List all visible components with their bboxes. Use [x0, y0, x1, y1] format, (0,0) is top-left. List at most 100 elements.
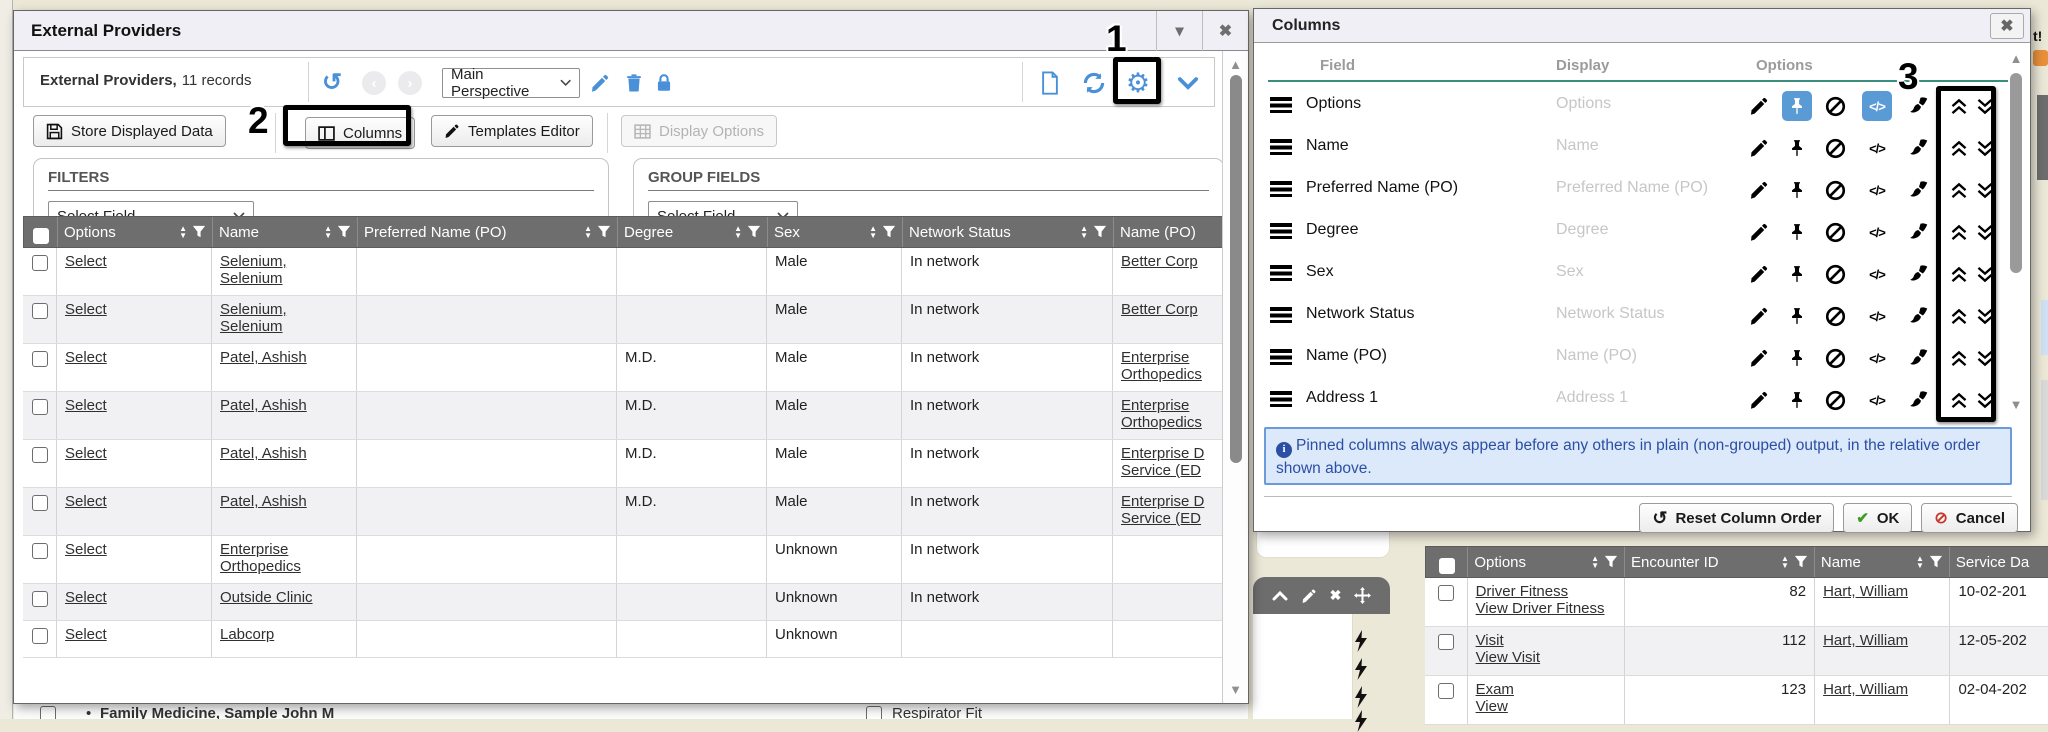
- edit-column-button[interactable]: [1744, 217, 1774, 247]
- drag-handle-icon[interactable]: [1270, 391, 1292, 407]
- drag-handle-icon[interactable]: [1270, 307, 1292, 323]
- sort-icon[interactable]: ▲▼: [869, 225, 877, 239]
- reset-column-order-button[interactable]: ↺ Reset Column Order: [1639, 503, 1834, 533]
- organization-link[interactable]: Enterprise D Service (ED: [1121, 445, 1204, 479]
- window-close-button[interactable]: ✖: [1202, 11, 1248, 51]
- filter-icon[interactable]: [1929, 555, 1943, 569]
- header-name-po[interactable]: Name (PO): [1114, 217, 1214, 247]
- chevron-up-icon[interactable]: [1272, 590, 1288, 602]
- edit-column-button[interactable]: [1744, 91, 1774, 121]
- select-link[interactable]: Select: [65, 445, 107, 462]
- drag-handle-icon[interactable]: [1270, 139, 1292, 155]
- checkbox[interactable]: [32, 591, 48, 607]
- checkbox[interactable]: [1438, 683, 1454, 699]
- provider-link[interactable]: Patel, Ashish: [220, 397, 307, 414]
- cancel-button[interactable]: ⊘ Cancel: [1921, 503, 2018, 533]
- sort-icon[interactable]: ▲▼: [1781, 555, 1789, 569]
- pin-column-button[interactable]: [1782, 217, 1812, 247]
- select-link[interactable]: Select: [65, 493, 107, 510]
- code-column-button[interactable]: </>: [1862, 91, 1892, 121]
- checkbox[interactable]: [32, 255, 48, 271]
- move-bottom-button[interactable]: [1970, 91, 2000, 121]
- checkbox[interactable]: [32, 543, 48, 559]
- patient-link[interactable]: Hart, William: [1823, 681, 1908, 698]
- code-column-button[interactable]: </>: [1862, 259, 1892, 289]
- select-link[interactable]: Select: [65, 253, 107, 270]
- sort-icon[interactable]: ▲▼: [584, 225, 592, 239]
- columns-dialog-titlebar[interactable]: Columns ✖: [1254, 9, 2030, 43]
- filter-icon[interactable]: [1093, 225, 1107, 239]
- select-link[interactable]: Select: [65, 626, 107, 643]
- encounter-option-links[interactable]: Driver Fitness View Driver Fitness: [1476, 583, 1605, 617]
- checkbox[interactable]: [40, 706, 56, 719]
- organization-link[interactable]: Enterprise Orthopedics: [1121, 349, 1202, 383]
- hide-column-button[interactable]: [1820, 385, 1850, 415]
- sort-icon[interactable]: ▲▼: [1080, 225, 1088, 239]
- provider-link[interactable]: Patel, Ashish: [220, 445, 307, 462]
- organization-link[interactable]: Better Corp: [1121, 253, 1198, 270]
- move-bottom-button[interactable]: [1970, 343, 2000, 373]
- checkbox[interactable]: [32, 303, 48, 319]
- back-button[interactable]: ‹: [362, 71, 386, 95]
- sort-icon[interactable]: ▲▼: [1916, 555, 1924, 569]
- header-network-status[interactable]: Network Status▲▼: [903, 217, 1114, 247]
- edit-column-button[interactable]: [1744, 385, 1774, 415]
- checkbox[interactable]: [1438, 634, 1454, 650]
- header-sex[interactable]: Sex▲▼: [768, 217, 903, 247]
- encounters-select-all[interactable]: [1426, 547, 1468, 577]
- encounters-header-name[interactable]: Name▲▼: [1815, 547, 1950, 577]
- filter-icon[interactable]: [192, 225, 206, 239]
- pin-column-button[interactable]: [1782, 175, 1812, 205]
- pin-column-button[interactable]: [1782, 259, 1812, 289]
- encounter-option-links[interactable]: Exam View: [1476, 681, 1514, 715]
- sort-icon[interactable]: ▲▼: [1591, 555, 1599, 569]
- style-column-button[interactable]: [1904, 259, 1934, 289]
- move-bottom-button[interactable]: [1970, 301, 2000, 331]
- style-column-button[interactable]: [1904, 343, 1934, 373]
- select-link[interactable]: Select: [65, 541, 107, 558]
- pin-column-button[interactable]: [1782, 91, 1812, 121]
- style-column-button[interactable]: [1904, 133, 1934, 163]
- style-column-button[interactable]: [1904, 385, 1934, 415]
- style-column-button[interactable]: [1904, 175, 1934, 205]
- close-icon[interactable]: ✖: [1330, 587, 1342, 604]
- hide-column-button[interactable]: [1820, 343, 1850, 373]
- edit-column-button[interactable]: [1744, 175, 1774, 205]
- patient-link[interactable]: Hart, William: [1823, 583, 1908, 600]
- checkbox[interactable]: [1439, 558, 1455, 574]
- move-bottom-button[interactable]: [1970, 175, 2000, 205]
- drag-handle-icon[interactable]: [1270, 181, 1292, 197]
- move-bottom-button[interactable]: [1970, 259, 2000, 289]
- drag-handle-icon[interactable]: [1270, 265, 1292, 281]
- select-link[interactable]: Select: [65, 589, 107, 606]
- header-preferred-name[interactable]: Preferred Name (PO)▲▼: [358, 217, 618, 247]
- organization-link[interactable]: Better Corp: [1121, 301, 1198, 318]
- drag-handle-icon[interactable]: [1270, 223, 1292, 239]
- checkbox[interactable]: [32, 495, 48, 511]
- sort-icon[interactable]: ▲▼: [324, 225, 332, 239]
- move-icon[interactable]: [1354, 587, 1371, 604]
- checkbox[interactable]: [32, 447, 48, 463]
- code-column-button[interactable]: </>: [1862, 217, 1892, 247]
- provider-link[interactable]: Outside Clinic: [220, 589, 313, 606]
- select-all-checkbox-cell[interactable]: [24, 217, 58, 247]
- store-displayed-data-button[interactable]: Store Displayed Data: [33, 115, 226, 147]
- code-column-button[interactable]: </>: [1862, 301, 1892, 331]
- filter-icon[interactable]: [1604, 555, 1618, 569]
- hide-column-button[interactable]: [1820, 175, 1850, 205]
- drag-handle-icon[interactable]: [1270, 349, 1292, 365]
- sort-icon[interactable]: ▲▼: [734, 225, 742, 239]
- code-column-button[interactable]: </>: [1862, 133, 1892, 163]
- scroll-up-arrow[interactable]: ▲: [2007, 51, 2025, 66]
- perspective-select[interactable]: Main Perspective: [442, 68, 580, 98]
- hide-column-button[interactable]: [1820, 133, 1850, 163]
- provider-link[interactable]: Patel, Ashish: [220, 493, 307, 510]
- window-menu-button[interactable]: ▾: [1156, 11, 1202, 51]
- edit-column-button[interactable]: [1744, 343, 1774, 373]
- window-titlebar[interactable]: External Providers ▾ ✖: [14, 11, 1248, 51]
- undo-button[interactable]: ↺: [318, 69, 346, 97]
- select-link[interactable]: Select: [65, 397, 107, 414]
- edit-column-button[interactable]: [1744, 133, 1774, 163]
- pin-column-button[interactable]: [1782, 133, 1812, 163]
- encounters-header-encounter-id[interactable]: Encounter ID▲▼: [1625, 547, 1815, 577]
